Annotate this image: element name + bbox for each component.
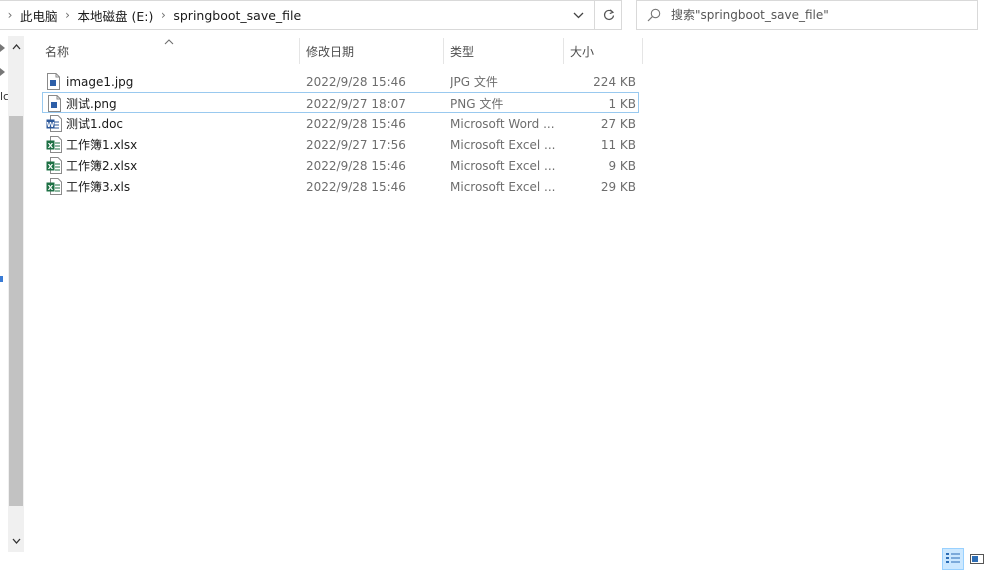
file-modified: 2022/9/27 17:56 <box>306 137 406 152</box>
breadcrumb-separator-icon[interactable]: › <box>58 8 78 22</box>
navigation-pane-edge: lc <box>0 36 9 556</box>
column-divider[interactable] <box>443 38 444 64</box>
breadcrumb: › 此电脑 › 本地磁盘 (E:) › springboot_save_file <box>0 1 302 29</box>
breadcrumb-item-current-folder[interactable]: springboot_save_file <box>173 8 301 23</box>
excel-file-icon: X <box>46 136 62 153</box>
file-name[interactable]: 测试.png <box>66 93 296 114</box>
file-type: JPG 文件 <box>450 75 498 89</box>
large-icons-view-button[interactable] <box>966 548 988 570</box>
file-name[interactable]: image1.jpg <box>66 71 296 92</box>
details-view-icon <box>946 553 960 563</box>
file-size: 1 KB <box>608 96 636 111</box>
file-modified: 2022/9/28 15:46 <box>306 179 406 194</box>
file-name[interactable]: 工作簿3.xls <box>66 176 296 197</box>
file-name[interactable]: 工作簿2.xlsx <box>66 155 296 176</box>
column-header-type[interactable]: 类型 <box>450 38 560 64</box>
navigation-marker <box>0 276 3 282</box>
column-header-name[interactable]: 名称 <box>45 38 295 64</box>
svg-text:X: X <box>48 184 54 192</box>
scroll-up-button[interactable] <box>8 36 24 58</box>
chevron-down-icon <box>573 12 583 18</box>
file-type: Microsoft Excel ... <box>450 158 556 173</box>
file-type: Microsoft Excel ... <box>450 137 556 152</box>
column-divider[interactable] <box>299 38 300 64</box>
refresh-button[interactable] <box>594 1 622 29</box>
column-divider[interactable] <box>642 38 643 64</box>
file-row[interactable]: image1.jpg 2022/9/28 15:46 JPG 文件 224 KB <box>42 71 639 92</box>
file-modified: 2022/9/28 15:46 <box>306 158 406 173</box>
file-row[interactable]: X 工作簿1.xlsx 2022/9/27 17:56 Microsoft Ex… <box>42 134 639 155</box>
file-row[interactable]: X 工作簿2.xlsx 2022/9/28 15:46 Microsoft Ex… <box>42 155 639 176</box>
column-header-modified[interactable]: 修改日期 <box>306 38 438 64</box>
breadcrumb-separator-icon[interactable]: › <box>153 8 173 22</box>
column-divider[interactable] <box>563 38 564 64</box>
address-history-dropdown[interactable] <box>566 1 590 29</box>
file-row[interactable]: X 工作簿3.xls 2022/9/28 15:46 Microsoft Exc… <box>42 176 639 197</box>
file-size: 9 KB <box>608 158 636 173</box>
breadcrumb-separator-icon[interactable]: › <box>0 8 20 22</box>
image-file-icon <box>46 73 61 90</box>
excel-file-icon: X <box>46 157 62 174</box>
chevron-up-icon <box>12 44 20 50</box>
scroll-down-button[interactable] <box>8 530 24 552</box>
file-name[interactable]: 测试1.doc <box>66 113 296 134</box>
excel-file-icon: X <box>46 178 62 195</box>
scroll-thumb[interactable] <box>9 116 23 506</box>
search-input[interactable] <box>671 8 961 22</box>
svg-text:W: W <box>47 121 55 129</box>
file-type: Microsoft Word ... <box>450 116 555 131</box>
svg-text:X: X <box>48 142 54 150</box>
word-file-icon: W <box>46 115 62 132</box>
file-row[interactable]: 测试.png 2022/9/27 18:07 PNG 文件 1 KB <box>42 92 639 113</box>
large-icons-view-icon <box>970 554 984 564</box>
chevron-down-icon <box>12 538 20 544</box>
file-type: Microsoft Excel ... <box>450 179 556 194</box>
file-modified: 2022/9/28 15:46 <box>306 74 406 89</box>
search-icon <box>637 8 671 22</box>
file-size: 224 KB <box>593 74 636 89</box>
pin-icon <box>0 68 5 76</box>
details-view-button[interactable] <box>942 548 964 570</box>
breadcrumb-item-this-pc[interactable]: 此电脑 <box>20 6 58 25</box>
refresh-icon <box>603 9 614 21</box>
file-name[interactable]: 工作簿1.xlsx <box>66 134 296 155</box>
search-box[interactable] <box>636 0 978 30</box>
file-type: PNG 文件 <box>450 97 504 111</box>
column-header-size[interactable]: 大小 <box>570 38 640 64</box>
file-modified: 2022/9/28 15:46 <box>306 116 406 131</box>
file-size: 27 KB <box>600 116 636 131</box>
address-bar[interactable]: › 此电脑 › 本地磁盘 (E:) › springboot_save_file <box>0 0 622 30</box>
navigation-scrollbar[interactable] <box>8 36 24 552</box>
file-size: 29 KB <box>600 179 636 194</box>
image-file-icon <box>47 95 62 112</box>
file-modified: 2022/9/27 18:07 <box>306 96 406 111</box>
file-row[interactable]: W 测试1.doc 2022/9/28 15:46 Microsoft Word… <box>42 113 639 134</box>
file-size: 11 KB <box>600 137 636 152</box>
pin-icon <box>0 44 5 52</box>
breadcrumb-item-local-disk[interactable]: 本地磁盘 (E:) <box>78 6 154 25</box>
svg-text:X: X <box>48 163 54 171</box>
